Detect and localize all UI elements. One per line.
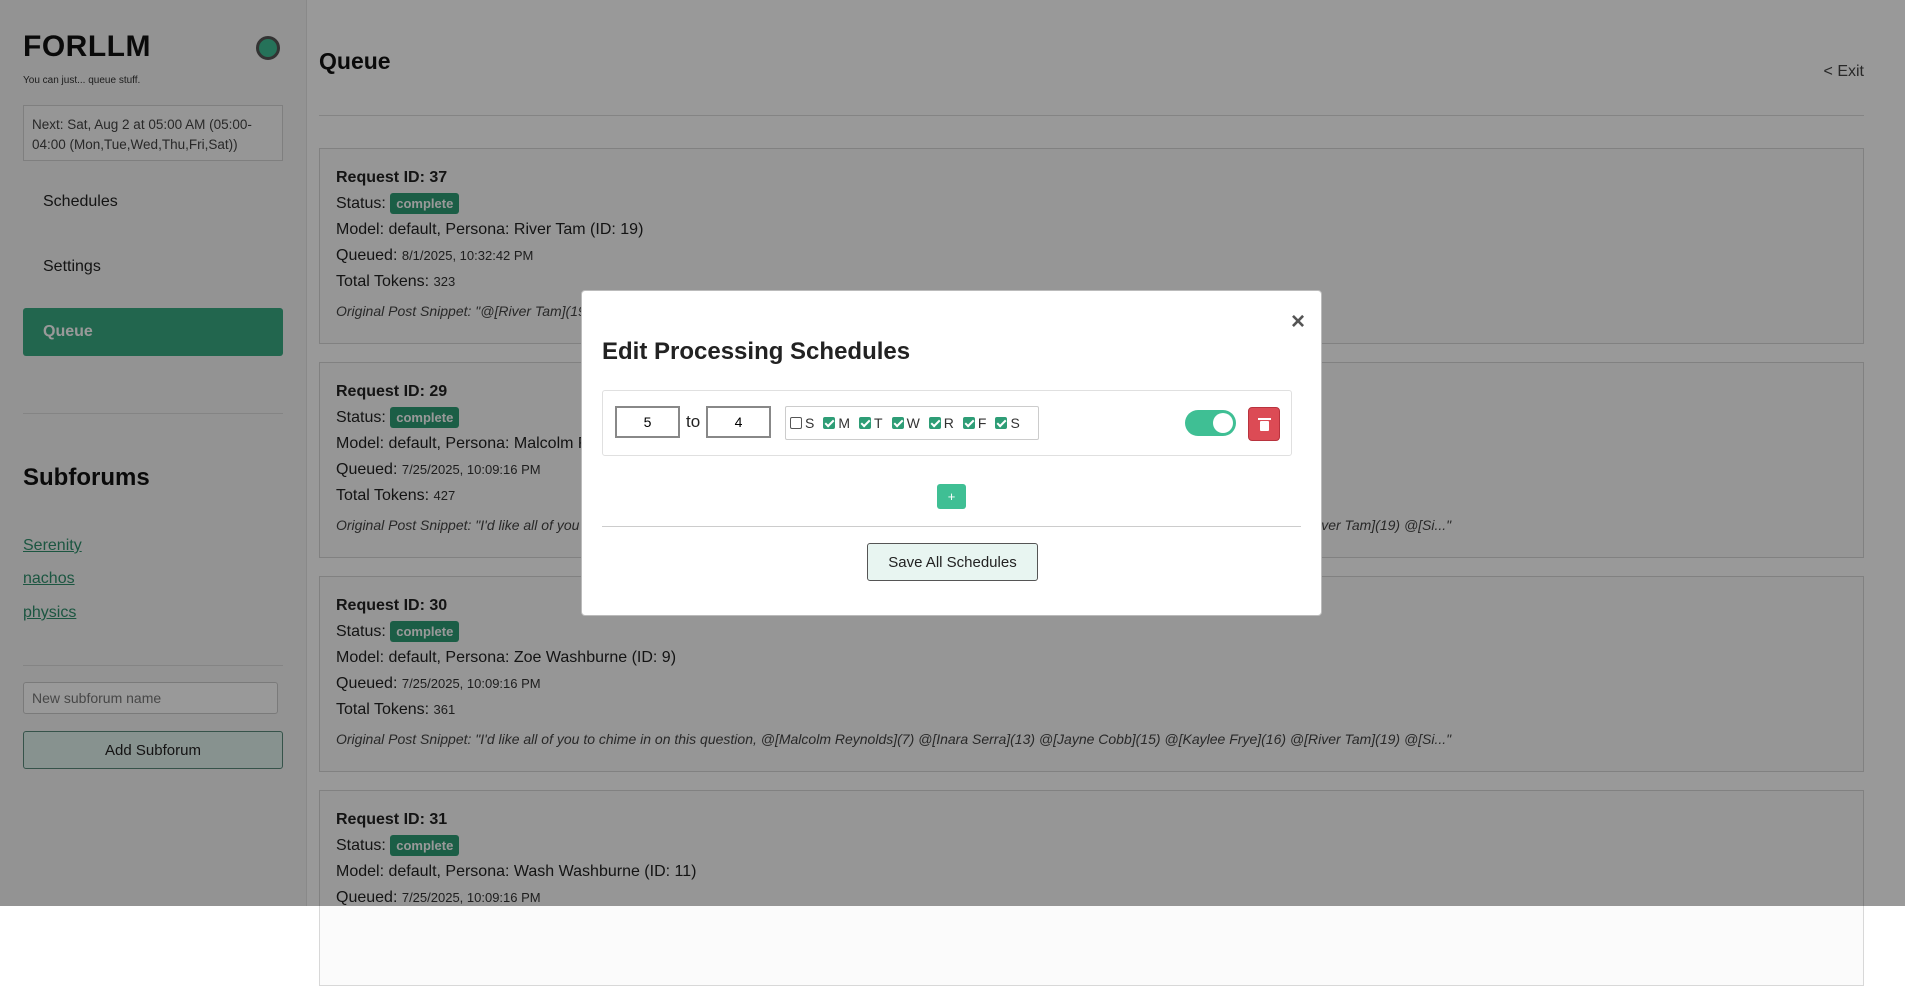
checkbox[interactable] [995,417,1008,429]
day-checkbox[interactable]: S [790,415,814,431]
save-all-schedules-button[interactable]: Save All Schedules [867,543,1038,581]
delete-schedule-button[interactable] [1248,407,1280,441]
trash-icon [1260,421,1269,431]
day-letter: R [943,415,954,431]
close-icon[interactable]: × [1291,310,1305,334]
day-letter: W [906,415,920,431]
day-letter: S [805,415,815,431]
modal-title: Edit Processing Schedules [602,338,911,365]
checkbox[interactable] [962,417,975,429]
modal-divider [602,526,1301,527]
day-checkbox[interactable]: T [859,415,883,431]
trash-icon [1258,418,1271,420]
day-checkbox[interactable]: M [823,415,850,431]
checkbox[interactable] [928,417,941,429]
schedule-row: to S M T W R F S [602,390,1292,456]
day-checkboxes: SMTWRFS [785,406,1039,440]
day-letter: S [1010,415,1020,431]
day-checkbox[interactable]: R [928,415,954,431]
edit-schedules-modal: × Edit Processing Schedules to S M T W R F S +… [581,290,1322,616]
schedule-enabled-toggle[interactable] [1185,410,1236,436]
end-hour-input[interactable] [706,406,771,438]
start-hour-input[interactable] [615,406,680,438]
checkbox[interactable] [823,417,836,429]
toggle-knob [1213,413,1233,433]
day-checkbox[interactable]: S [995,415,1020,431]
day-letter: T [874,415,883,431]
add-schedule-button[interactable]: + [937,484,966,509]
day-checkbox[interactable]: W [891,415,920,431]
checkbox[interactable] [891,417,904,429]
day-checkbox[interactable]: F [962,415,987,431]
day-letter: M [838,415,851,431]
checkbox[interactable] [790,417,802,429]
day-letter: F [977,415,987,431]
to-label: to [686,412,701,431]
checkbox[interactable] [859,417,872,429]
